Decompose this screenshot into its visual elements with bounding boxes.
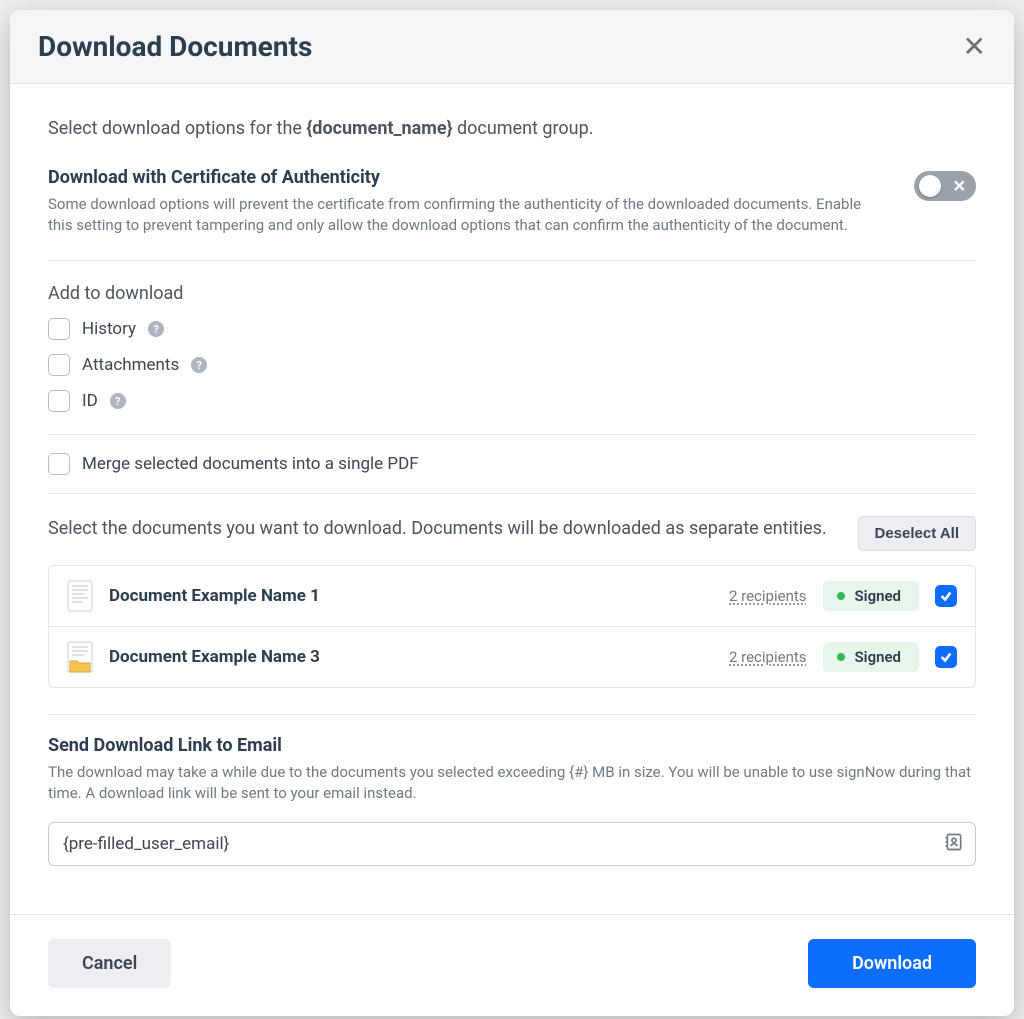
status-badge: Signed bbox=[823, 581, 919, 611]
close-icon[interactable]: ✕ bbox=[963, 33, 986, 61]
add-to-download-list: History ? Attachments ? ID ? bbox=[48, 318, 976, 412]
document-checkbox[interactable] bbox=[935, 585, 957, 607]
document-name: Document Example Name 1 bbox=[109, 586, 713, 606]
email-input-wrap bbox=[48, 822, 976, 866]
certificate-section: Download with Certificate of Authenticit… bbox=[48, 167, 976, 261]
email-input[interactable] bbox=[48, 822, 976, 866]
intro-suffix: document group. bbox=[453, 118, 594, 139]
contacts-icon[interactable] bbox=[944, 832, 964, 856]
download-documents-modal: Download Documents ✕ Select download opt… bbox=[10, 10, 1014, 1016]
checkbox-row-history[interactable]: History ? bbox=[48, 318, 976, 340]
certificate-description: Some download options will prevent the c… bbox=[48, 194, 884, 236]
status-badge: Signed bbox=[823, 642, 919, 672]
email-section: Send Download Link to Email The download… bbox=[48, 714, 976, 866]
document-folder-icon bbox=[67, 641, 93, 673]
docs-instruction: Select the documents you want to downloa… bbox=[48, 516, 838, 541]
close-icon: ✕ bbox=[953, 177, 966, 196]
checkbox-label: Attachments bbox=[82, 355, 179, 375]
document-recipients[interactable]: 2 recipients bbox=[729, 587, 807, 605]
document-page-icon bbox=[67, 580, 93, 612]
certificate-title: Download with Certificate of Authenticit… bbox=[48, 167, 884, 188]
intro-prefix: Select download options for the bbox=[48, 118, 306, 139]
checkbox-row-id[interactable]: ID ? bbox=[48, 390, 976, 412]
download-button[interactable]: Download bbox=[808, 939, 976, 988]
intro-document-name: {document_name} bbox=[306, 118, 452, 139]
email-description: The download may take a while due to the… bbox=[48, 762, 976, 804]
checkbox-row-attachments[interactable]: Attachments ? bbox=[48, 354, 976, 376]
add-to-download-label: Add to download bbox=[48, 283, 976, 304]
merge-checkbox[interactable] bbox=[48, 453, 70, 475]
toggle-knob bbox=[919, 175, 941, 197]
cancel-button[interactable]: Cancel bbox=[48, 939, 171, 988]
id-checkbox[interactable] bbox=[48, 390, 70, 412]
checkbox-label: ID bbox=[82, 391, 98, 411]
docs-header: Select the documents you want to downloa… bbox=[48, 516, 976, 551]
checkbox-label: History bbox=[82, 319, 136, 339]
documents-list: Document Example Name 1 2 recipients Sig… bbox=[48, 565, 976, 688]
modal-body: Select download options for the {documen… bbox=[10, 84, 1014, 876]
document-name: Document Example Name 3 bbox=[109, 647, 713, 667]
certificate-toggle[interactable]: ✕ bbox=[914, 171, 976, 201]
merge-section: Merge selected documents into a single P… bbox=[48, 434, 976, 494]
deselect-all-button[interactable]: Deselect All bbox=[858, 516, 977, 551]
modal-footer: Cancel Download bbox=[10, 914, 1014, 1016]
email-title: Send Download Link to Email bbox=[48, 735, 976, 756]
document-row[interactable]: Document Example Name 3 2 recipients Sig… bbox=[49, 626, 975, 687]
help-icon[interactable]: ? bbox=[148, 321, 164, 337]
document-recipients[interactable]: 2 recipients bbox=[729, 648, 807, 666]
help-icon[interactable]: ? bbox=[110, 393, 126, 409]
help-icon[interactable]: ? bbox=[191, 357, 207, 373]
document-checkbox[interactable] bbox=[935, 646, 957, 668]
history-checkbox[interactable] bbox=[48, 318, 70, 340]
intro-text: Select download options for the {documen… bbox=[48, 118, 976, 139]
checkbox-row-merge[interactable]: Merge selected documents into a single P… bbox=[48, 453, 976, 475]
modal-title: Download Documents bbox=[38, 30, 312, 63]
attachments-checkbox[interactable] bbox=[48, 354, 70, 376]
modal-header: Download Documents ✕ bbox=[10, 10, 1014, 84]
checkbox-label: Merge selected documents into a single P… bbox=[82, 454, 419, 474]
document-row[interactable]: Document Example Name 1 2 recipients Sig… bbox=[49, 566, 975, 626]
